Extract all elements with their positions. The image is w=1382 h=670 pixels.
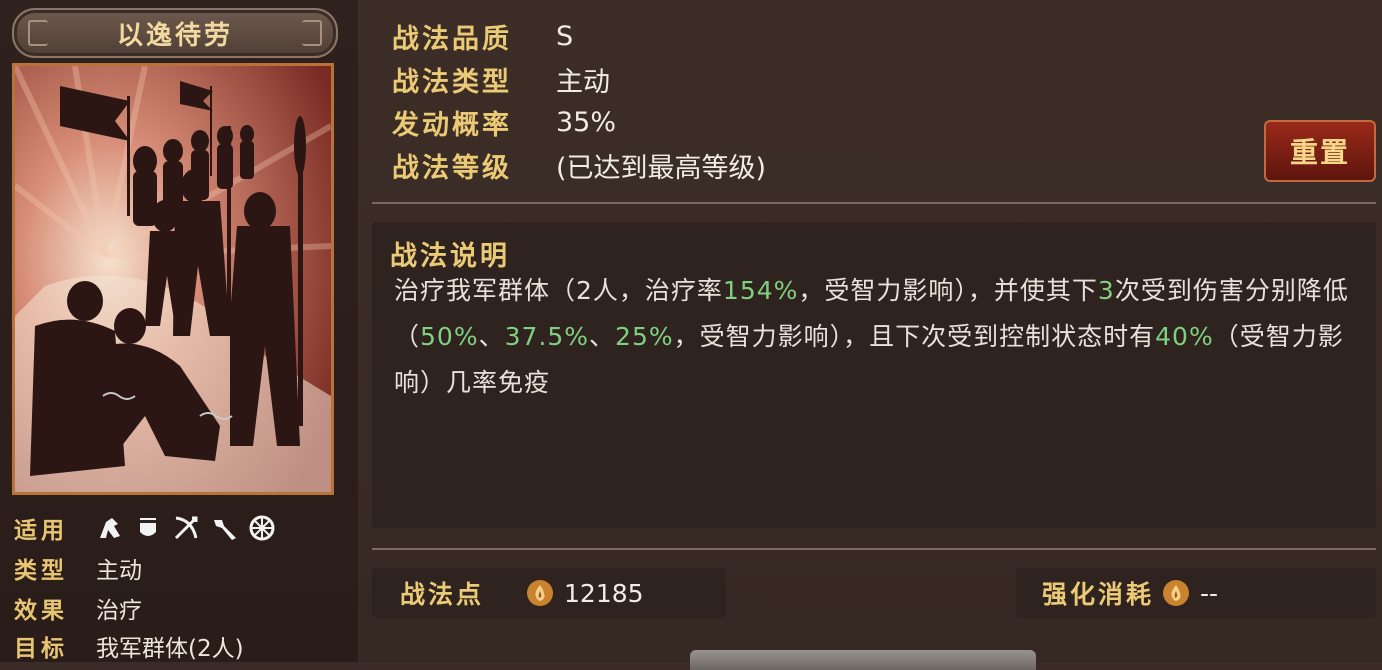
plate-ornament-icon xyxy=(28,20,48,46)
spear-icon xyxy=(210,514,238,542)
bow-icon xyxy=(172,514,200,542)
skill-type-value: 主动 xyxy=(556,66,610,98)
skill-card-art xyxy=(12,63,334,495)
quality-label: 战法品质 xyxy=(392,23,512,55)
left-panel: 以逸待劳 适用 类型 主动 效果 治疗 目标 我军群体(2人) xyxy=(0,0,358,662)
divider xyxy=(372,548,1376,550)
upgrade-cost-label: 强化消耗 xyxy=(1042,580,1155,609)
unit-type-icons xyxy=(96,514,276,542)
description-segment: 治疗我军群体（2人，治疗率 xyxy=(394,276,723,305)
type-label: 类型 xyxy=(14,558,68,584)
description-highlight-value: 154% xyxy=(722,276,799,305)
applicable-row: 适用 xyxy=(14,510,276,546)
skill-level-value: (已达到最高等级) xyxy=(556,152,767,184)
skill-illustration xyxy=(15,66,331,492)
trigger-rate-value: 35% xyxy=(556,106,617,138)
trigger-rate-row: 发动概率 35% xyxy=(392,101,616,143)
skill-level-label: 战法等级 xyxy=(392,152,512,184)
coin-icon xyxy=(527,580,554,606)
quality-value: S xyxy=(556,20,574,52)
quality-row: 战法品质 S xyxy=(392,15,573,57)
effect-row: 效果 治疗 xyxy=(14,590,142,626)
siege-icon xyxy=(248,514,276,542)
effect-label: 效果 xyxy=(14,598,68,624)
reset-button[interactable]: 重置 xyxy=(1264,120,1376,182)
description-segment: 、 xyxy=(478,322,505,351)
type-row: 类型 主动 xyxy=(14,550,142,586)
description-segment: ，受智力影响），并使其下 xyxy=(798,276,1098,305)
target-row: 目标 我军群体(2人) xyxy=(14,628,244,664)
upgrade-cost-value: -- xyxy=(1200,578,1219,608)
cavalry-icon xyxy=(96,514,124,542)
target-label: 目标 xyxy=(14,636,68,662)
divider xyxy=(372,202,1376,204)
bottom-action-button[interactable] xyxy=(690,650,1036,670)
applicable-label: 适用 xyxy=(14,518,68,544)
description-highlight-value: 25% xyxy=(615,322,674,351)
skill-points-value: 12185 xyxy=(564,578,644,608)
trigger-rate-label: 发动概率 xyxy=(392,109,512,141)
plate-ornament-icon xyxy=(302,20,322,46)
skill-name-plate: 以逸待劳 xyxy=(12,8,338,58)
description-panel: 战法说明 治疗我军群体（2人，治疗率154%，受智力影响），并使其下3次受到伤害… xyxy=(372,222,1376,528)
shield-icon xyxy=(134,514,162,542)
skill-level-row: 战法等级 (已达到最高等级) xyxy=(392,144,766,186)
skill-type-row: 战法类型 主动 xyxy=(392,58,610,100)
skill-type-label: 战法类型 xyxy=(392,66,512,98)
description-highlight-value: 50% xyxy=(420,322,479,351)
right-panel: 战法品质 S 战法类型 主动 发动概率 35% 战法等级 (已达到最高等级) 重… xyxy=(358,0,1382,670)
description-text: 治疗我军群体（2人，治疗率154%，受智力影响），并使其下3次受到伤害分别降低（… xyxy=(394,268,1354,406)
description-segment: ，受智力影响），且下次受到控制状态时有 xyxy=(673,322,1156,351)
skill-name: 以逸待劳 xyxy=(116,20,233,51)
description-highlight-value: 40% xyxy=(1155,322,1214,351)
effect-value: 治疗 xyxy=(96,598,142,624)
coin-icon xyxy=(1163,580,1190,606)
skill-points-panel: 战法点 12185 xyxy=(372,568,726,618)
description-highlight-value: 3 xyxy=(1097,276,1115,305)
target-value: 我军群体(2人) xyxy=(96,636,244,662)
upgrade-cost-panel: 强化消耗 -- xyxy=(1016,568,1376,618)
description-highlight-value: 37.5% xyxy=(504,322,590,351)
skill-points-label: 战法点 xyxy=(400,580,485,609)
description-segment: 、 xyxy=(589,322,616,351)
type-value: 主动 xyxy=(96,558,142,584)
